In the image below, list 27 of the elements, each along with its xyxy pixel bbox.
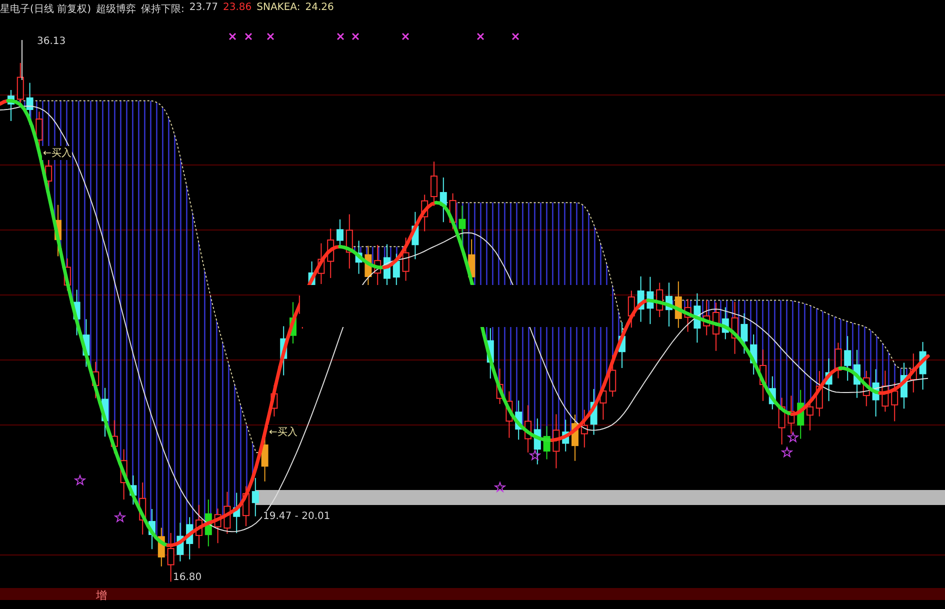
footer-mark: 增 [96,588,107,603]
cross-marker-icon [402,33,409,40]
cross-marker-icon [229,33,236,40]
snake-value: 24.26 [305,2,334,15]
chart-annotation: ←买入 [268,425,298,439]
chart-annotation: 36.13 [36,36,67,47]
cross-marker-icon [245,33,252,40]
star-icon [114,511,126,523]
lower-limit-label: 保持下限: [140,2,184,16]
indicator-name: 超级博弈 [96,2,136,16]
cross-marker-icon [337,33,344,40]
snake-label: SNAKEA: [256,2,300,15]
star-icon [74,474,86,486]
chart-annotation: ←买入 [42,146,72,160]
star-icon [494,481,506,493]
chart-annotation: 16.80 [172,572,203,583]
lower-limit-value: 23.77 [189,2,218,15]
cross-marker-icon [477,33,484,40]
star-icon [529,449,541,461]
stock-title: 星电子(日线 前复权) [0,2,91,16]
star-icon [787,431,799,443]
cross-marker-icon [267,33,274,40]
cross-marker-icon [352,33,359,40]
star-icon [781,446,793,458]
chart-annotation: 19.47 - 20.01 [262,511,332,522]
indicator-value: 23.86 [223,2,252,15]
cross-marker-icon [512,33,519,40]
